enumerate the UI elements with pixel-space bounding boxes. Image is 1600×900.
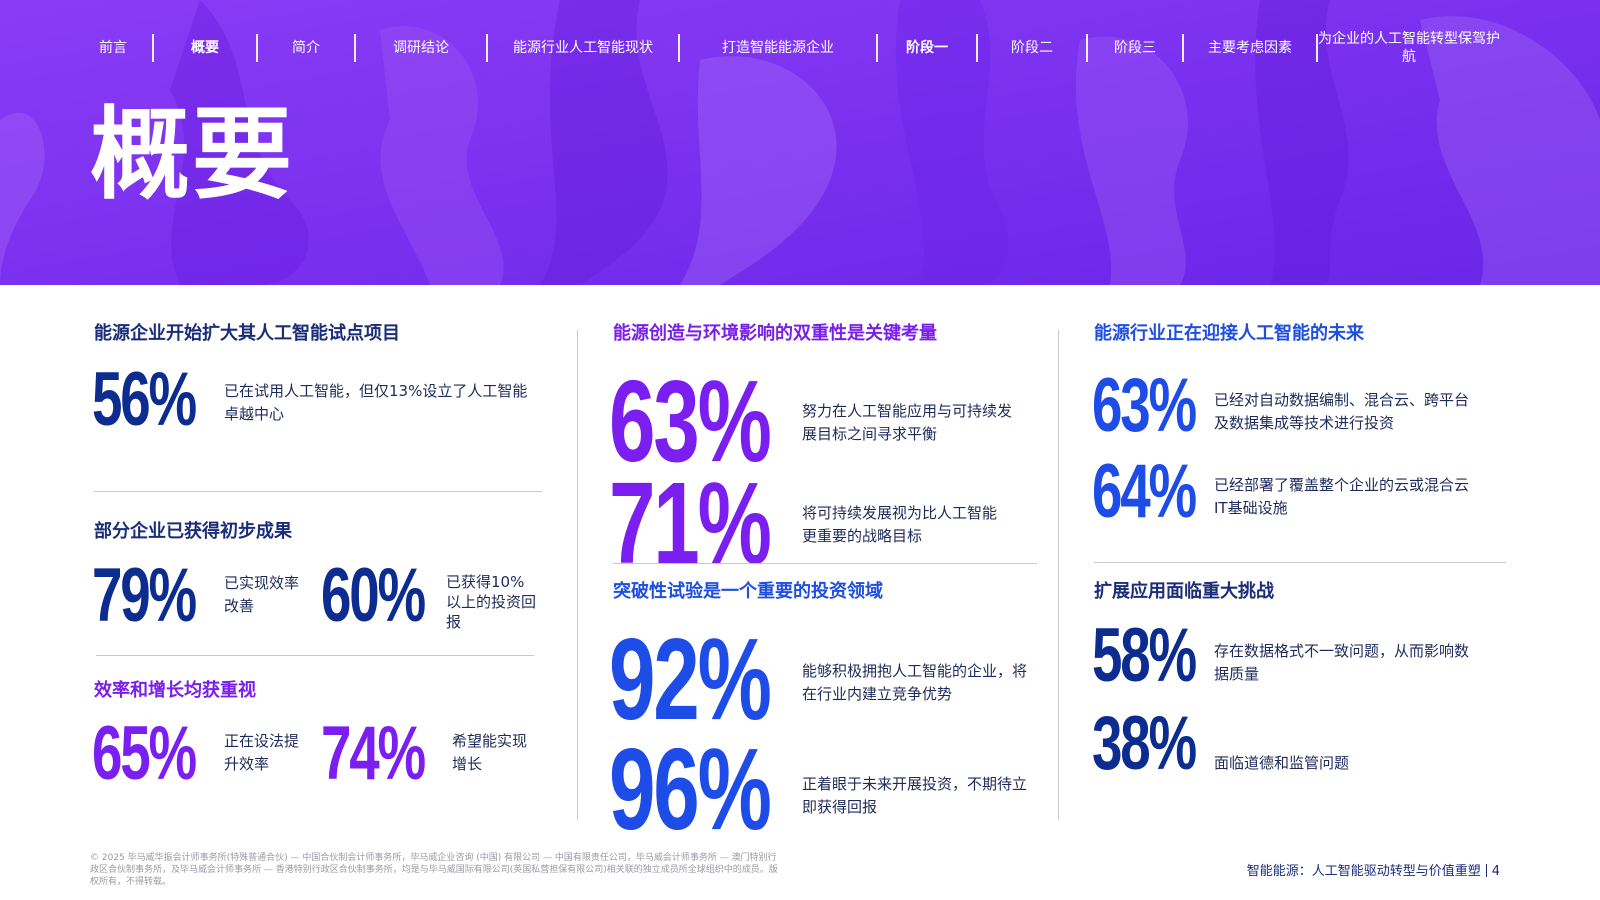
nav-separator — [876, 34, 878, 62]
stat-58: 58% — [1092, 613, 1197, 698]
nav-separator — [152, 34, 154, 62]
nav-separator — [678, 34, 680, 62]
top-navigation: 前言 概要 简介 调研结论 能源行业人工智能现状 打造智能能源企业 阶段一 阶段… — [84, 28, 1516, 68]
page-title: 概要 — [90, 96, 294, 213]
desc-58: 存在数据格式不一致问题，从而影响数据质量 — [1214, 642, 1470, 683]
nav-item-stage-one[interactable]: 阶段一 — [878, 39, 976, 57]
nav-item-key-considerations[interactable]: 主要考虑因素 — [1184, 39, 1316, 57]
nav-item-ai-status[interactable]: 能源行业人工智能现状 — [488, 39, 678, 57]
desc-63-invest: 已经对自动数据编制、混合云、跨平台及数据集成等技术进行投资 — [1214, 391, 1470, 432]
col2-heading-duality: 能源创造与环境影响的双重性是关键考量 — [613, 323, 937, 344]
stat-71: 71% — [609, 458, 772, 588]
column-divider — [1058, 330, 1059, 820]
nav-separator — [1182, 34, 1184, 62]
footer-doc-title: 智能能源：人工智能驱动转型与价值重塑 — [1246, 864, 1481, 879]
nav-separator — [1316, 34, 1318, 62]
divider — [94, 491, 542, 492]
stat-79: 79% — [92, 553, 197, 638]
desc-74: 希望能实现增长 — [452, 732, 528, 773]
col1-heading-results: 部分企业已获得初步成果 — [94, 521, 292, 542]
nav-separator — [976, 34, 978, 62]
nav-separator — [486, 34, 488, 62]
nav-item-stage-three[interactable]: 阶段三 — [1088, 39, 1182, 57]
desc-79: 已实现效率改善 — [224, 574, 300, 615]
nav-separator — [1086, 34, 1088, 62]
nav-item-stage-two[interactable]: 阶段二 — [978, 39, 1086, 57]
desc-64: 已经部署了覆盖整个企业的云或混合云IT基础设施 — [1214, 476, 1470, 517]
desc-56: 已在试用人工智能，但仅13%设立了人工智能卓越中心 — [224, 382, 528, 423]
desc-65: 正在设法提升效率 — [224, 732, 300, 773]
desc-71: 将可持续发展视为比人工智能更重要的战略目标 — [802, 504, 998, 545]
desc-92: 能够积极拥抱人工智能的企业，将在行业内建立竞争优势 — [802, 662, 1028, 703]
legal-footnote: © 2025 毕马威华振会计师事务所(特殊普通合伙) — 中国合伙制会计师事务所… — [90, 853, 778, 887]
nav-item-findings[interactable]: 调研结论 — [356, 39, 486, 57]
desc-38: 面临道德和监管问题 — [1214, 754, 1350, 772]
footer-doc-info: 智能能源：人工智能驱动转型与价值重塑 4 — [1130, 860, 1500, 879]
stat-56: 56% — [92, 357, 197, 442]
stat-60: 60% — [321, 553, 426, 638]
nav-item-smart-energy[interactable]: 打造智能能源企业 — [680, 39, 876, 57]
col2-heading-breakthrough: 突破性试验是一个重要的投资领域 — [613, 581, 883, 602]
divider — [1094, 562, 1506, 563]
stat-64: 64% — [1092, 449, 1197, 534]
stat-38: 38% — [1092, 701, 1197, 786]
nav-item-ai-transformation[interactable]: 为企业的人工智能转型保驾护航 — [1318, 30, 1500, 66]
nav-separator — [354, 34, 356, 62]
desc-96: 正着眼于未来开展投资，不期待立即获得回报 — [802, 775, 1028, 816]
stat-96: 96% — [609, 724, 772, 854]
desc-60: 已获得10%以上的投资回报 — [446, 573, 537, 631]
nav-separator — [256, 34, 258, 62]
col3-heading-challenges: 扩展应用面临重大挑战 — [1094, 581, 1274, 602]
hero-banner: 前言 概要 简介 调研结论 能源行业人工智能现状 打造智能能源企业 阶段一 阶段… — [0, 0, 1600, 285]
desc-63-sustain: 努力在人工智能应用与可持续发展目标之间寻求平衡 — [802, 402, 1013, 443]
stat-74: 74% — [321, 711, 426, 796]
divider — [96, 655, 534, 656]
divider — [613, 563, 1037, 564]
page-number: 4 — [1491, 864, 1500, 879]
col1-heading-efficiency-growth: 效率和增长均获重视 — [94, 680, 256, 701]
nav-item-foreword[interactable]: 前言 — [84, 39, 142, 57]
footer-separator — [1485, 864, 1487, 877]
stat-65: 65% — [92, 711, 197, 796]
stat-63-invest: 63% — [1092, 363, 1197, 448]
nav-item-summary[interactable]: 概要 — [154, 39, 256, 57]
col3-heading-future: 能源行业正在迎接人工智能的未来 — [1094, 323, 1364, 344]
column-divider — [577, 330, 578, 820]
col1-heading-pilots: 能源企业开始扩大其人工智能试点项目 — [94, 323, 400, 344]
nav-item-introduction[interactable]: 简介 — [258, 39, 354, 57]
